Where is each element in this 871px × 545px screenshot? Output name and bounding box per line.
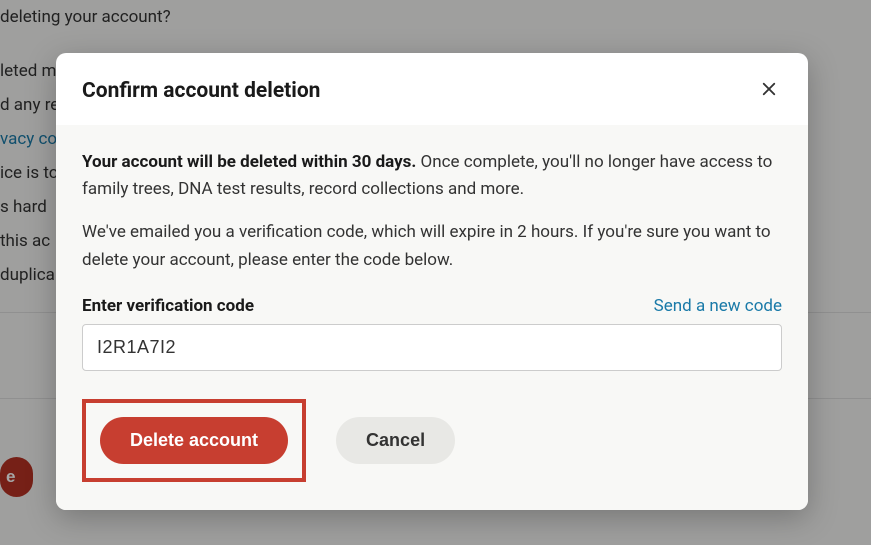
modal-title: Confirm account deletion	[82, 79, 320, 103]
verification-code-label: Enter verification code	[82, 296, 254, 316]
modal-header: Confirm account deletion	[56, 53, 808, 125]
modal-button-row: Delete account Cancel	[82, 399, 782, 482]
modal-body: Your account will be deleted within 30 d…	[56, 125, 808, 510]
highlight-annotation: Delete account	[82, 399, 306, 482]
verification-code-input[interactable]	[82, 324, 782, 371]
confirm-deletion-modal: Confirm account deletion Your account wi…	[56, 53, 808, 510]
modal-body-text-1: Your account will be deleted within 30 d…	[82, 149, 782, 203]
send-new-code-link[interactable]: Send a new code	[654, 296, 782, 316]
body-strong: Your account will be deleted within 30 d…	[82, 152, 416, 172]
cancel-button[interactable]: Cancel	[336, 417, 455, 464]
close-icon	[760, 80, 778, 98]
field-label-row: Enter verification code Send a new code	[82, 296, 782, 316]
modal-body-text-2: We've emailed you a verification code, w…	[82, 219, 782, 273]
delete-account-button[interactable]: Delete account	[100, 417, 288, 464]
close-button[interactable]	[756, 76, 782, 105]
